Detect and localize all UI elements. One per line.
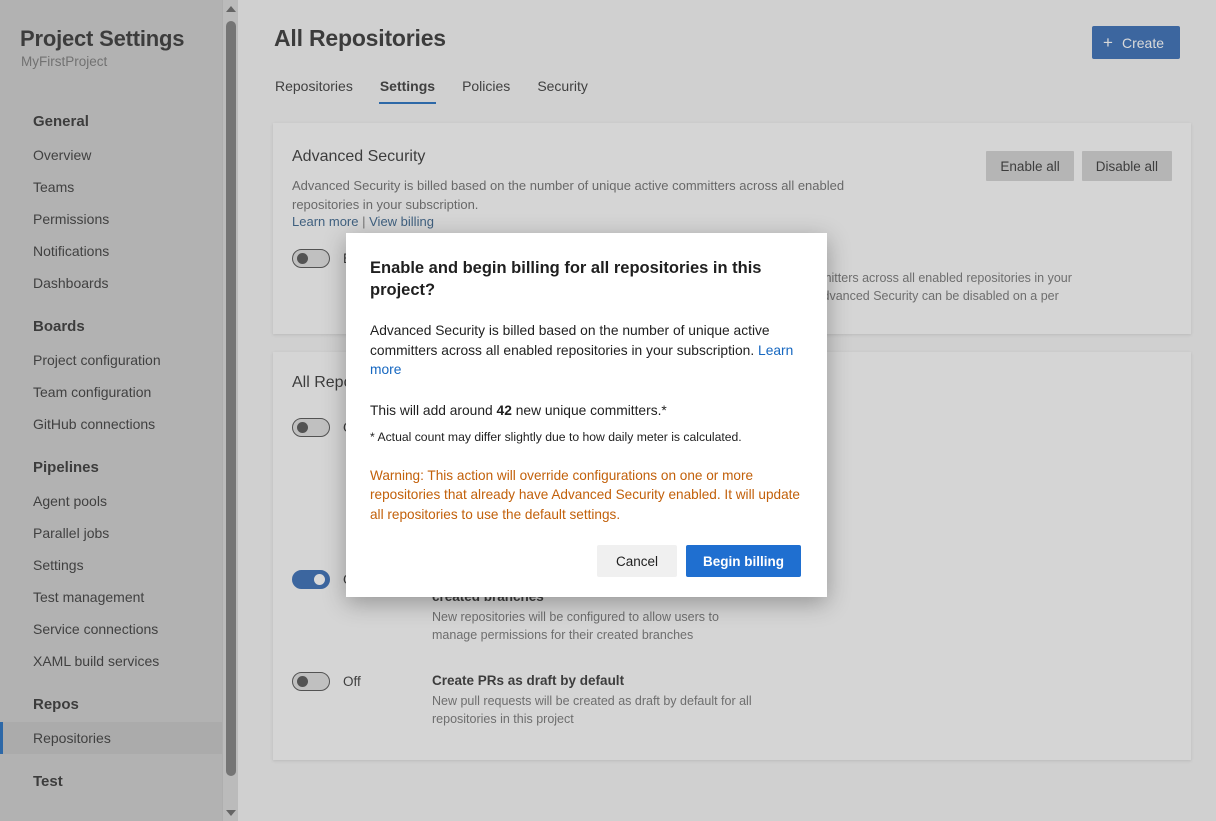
learn-more-link[interactable]: Learn more xyxy=(292,214,358,229)
draft-prs-toggle-wrap: Off xyxy=(292,672,432,691)
project-settings-sidebar: Project Settings MyFirstProject General … xyxy=(0,0,238,821)
dialog-committer-count: This will add around 42 new unique commi… xyxy=(370,401,801,420)
sidebar-item-github-connections[interactable]: GitHub connections xyxy=(0,408,226,440)
advanced-security-links: Learn more | View billing xyxy=(292,214,434,229)
sidebar-scroll-thumb[interactable] xyxy=(226,21,236,776)
draft-prs-toggle[interactable] xyxy=(292,672,330,691)
scroll-down-arrow-icon[interactable] xyxy=(223,804,238,821)
link-separator: | xyxy=(362,214,365,229)
sidebar-item-settings[interactable]: Settings xyxy=(0,549,226,581)
table-row: Off Create PRs as draft by default New p… xyxy=(292,672,1172,728)
sidebar-item-xaml-build-services[interactable]: XAML build services xyxy=(0,645,226,677)
plus-icon: + xyxy=(1103,34,1113,51)
tab-bar: Repositories Settings Policies Security xyxy=(274,74,589,104)
branch-permissions-toggle[interactable] xyxy=(292,570,330,589)
sidebar-item-service-connections[interactable]: Service connections xyxy=(0,613,226,645)
sidebar-item-dashboards[interactable]: Dashboards xyxy=(0,267,226,299)
count-prefix: This will add around xyxy=(370,403,497,418)
gravatar-toggle[interactable] xyxy=(292,418,330,437)
count-suffix: new unique committers.* xyxy=(512,403,667,418)
sidebar-title: Project Settings xyxy=(20,26,184,52)
begin-billing-button[interactable]: Begin billing xyxy=(686,545,801,577)
dialog-title: Enable and begin billing for all reposit… xyxy=(370,257,801,301)
toggle-knob-icon xyxy=(297,253,308,264)
sidebar-project-name: MyFirstProject xyxy=(21,54,107,69)
sidebar-group-general: General xyxy=(0,104,226,139)
sidebar-item-permissions[interactable]: Permissions xyxy=(0,203,226,235)
count-value: 42 xyxy=(497,403,512,418)
sidebar-group-pipelines: Pipelines xyxy=(0,450,226,485)
tab-settings[interactable]: Settings xyxy=(379,74,436,104)
page-title: All Repositories xyxy=(274,25,446,52)
branch-permissions-row-description: New repositories will be configured to a… xyxy=(432,608,752,644)
begin-billing-dialog: Enable and begin billing for all reposit… xyxy=(346,233,827,597)
sidebar-group-boards: Boards xyxy=(0,309,226,344)
sidebar-item-project-configuration[interactable]: Project configuration xyxy=(0,344,226,376)
sidebar-item-agent-pools[interactable]: Agent pools xyxy=(0,485,226,517)
tab-policies[interactable]: Policies xyxy=(461,74,511,104)
create-button[interactable]: + Create xyxy=(1092,26,1180,59)
tab-security[interactable]: Security xyxy=(536,74,589,104)
advanced-security-description: Advanced Security is billed based on the… xyxy=(292,176,902,214)
create-button-label: Create xyxy=(1122,35,1164,51)
sidebar-nav: General Overview Teams Permissions Notif… xyxy=(0,104,226,799)
sidebar-group-test: Test xyxy=(0,764,226,799)
disable-all-button[interactable]: Disable all xyxy=(1082,151,1172,181)
toggle-knob-icon xyxy=(297,422,308,433)
dialog-actions: Cancel Begin billing xyxy=(370,545,801,577)
draft-prs-toggle-state: Off xyxy=(343,674,361,689)
enable-all-button[interactable]: Enable all xyxy=(986,151,1073,181)
dialog-paragraph-text: Advanced Security is billed based on the… xyxy=(370,323,770,358)
sidebar-group-repos: Repos xyxy=(0,687,226,722)
sidebar-item-repositories[interactable]: Repositories xyxy=(0,722,226,754)
dialog-paragraph: Advanced Security is billed based on the… xyxy=(370,321,801,380)
sidebar-item-notifications[interactable]: Notifications xyxy=(0,235,226,267)
dialog-footnote: * Actual count may differ slightly due t… xyxy=(370,429,801,446)
cancel-button[interactable]: Cancel xyxy=(597,545,677,577)
app-root: Project Settings MyFirstProject General … xyxy=(0,0,1216,821)
sidebar-item-team-configuration[interactable]: Team configuration xyxy=(0,376,226,408)
dialog-warning: Warning: This action will override confi… xyxy=(370,466,801,525)
toggle-knob-icon xyxy=(297,676,308,687)
scroll-up-arrow-icon[interactable] xyxy=(223,0,238,17)
tab-repositories[interactable]: Repositories xyxy=(274,74,354,104)
draft-prs-row-description: New pull requests will be created as dra… xyxy=(432,692,752,728)
toggle-knob-icon xyxy=(314,574,325,585)
draft-prs-row-body: Create PRs as draft by default New pull … xyxy=(432,672,1172,728)
sidebar-item-parallel-jobs[interactable]: Parallel jobs xyxy=(0,517,226,549)
view-billing-link[interactable]: View billing xyxy=(369,214,434,229)
advanced-security-actions: Enable all Disable all xyxy=(986,151,1172,181)
sidebar-item-test-management[interactable]: Test management xyxy=(0,581,226,613)
sidebar-item-teams[interactable]: Teams xyxy=(0,171,226,203)
sidebar-scrollbar[interactable] xyxy=(222,0,238,821)
draft-prs-row-heading: Create PRs as draft by default xyxy=(432,672,732,690)
sidebar-item-overview[interactable]: Overview xyxy=(0,139,226,171)
advanced-security-title: Advanced Security xyxy=(292,148,425,166)
advanced-security-toggle[interactable] xyxy=(292,249,330,268)
